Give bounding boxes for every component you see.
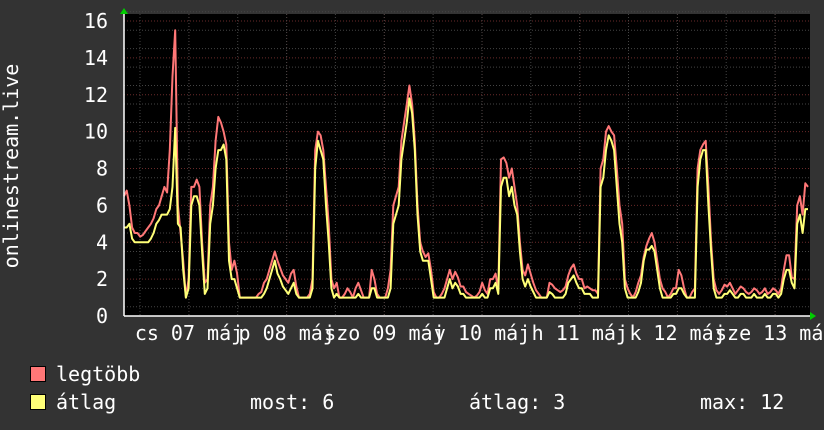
x-axis-arrow xyxy=(810,312,816,320)
stat-current: most: 6 xyxy=(250,390,335,414)
y-tick-label: 8 xyxy=(96,157,108,181)
x-tick-label: k 12 máj xyxy=(629,321,725,345)
y-tick-label: 16 xyxy=(84,9,108,33)
y-tick-label: 10 xyxy=(84,120,108,144)
y-tick-label: 2 xyxy=(96,267,108,291)
y-axis-label: onlinestream.live xyxy=(0,64,23,269)
chart: 0 2 4 6 8 10 12 14 16 cs 07 májp 08 májszo 09 máj… xyxy=(0,8,824,345)
x-tick-label: szo 09 máj xyxy=(324,321,444,345)
stat-average: átlag: 3 xyxy=(469,390,566,414)
legend-item-max: legtöbb xyxy=(30,364,140,384)
x-tick-label: v 10 máj xyxy=(434,321,530,345)
legend-swatch-avg xyxy=(30,394,46,410)
x-tick-label: h 11 máj xyxy=(532,321,628,345)
x-tick-label: cs 07 máj xyxy=(135,321,243,345)
x-tick-label: sze 13 máj xyxy=(715,321,824,345)
y-tick-label: 0 xyxy=(96,304,108,328)
y-axis-arrow xyxy=(120,8,128,14)
stat-maximum: max: 12 xyxy=(700,390,785,414)
legend-label-max: legtöbb xyxy=(56,362,141,386)
legend-label-avg: átlag xyxy=(56,390,117,414)
legend-item-avg: átlag xyxy=(30,392,116,412)
y-tick-label: 6 xyxy=(96,193,108,217)
legend-swatch-max xyxy=(30,366,46,382)
y-tick-label: 4 xyxy=(96,230,108,254)
x-tick-label: p 08 máj xyxy=(239,321,335,345)
y-tick-label: 12 xyxy=(84,83,108,107)
y-tick-label: 14 xyxy=(84,46,108,70)
